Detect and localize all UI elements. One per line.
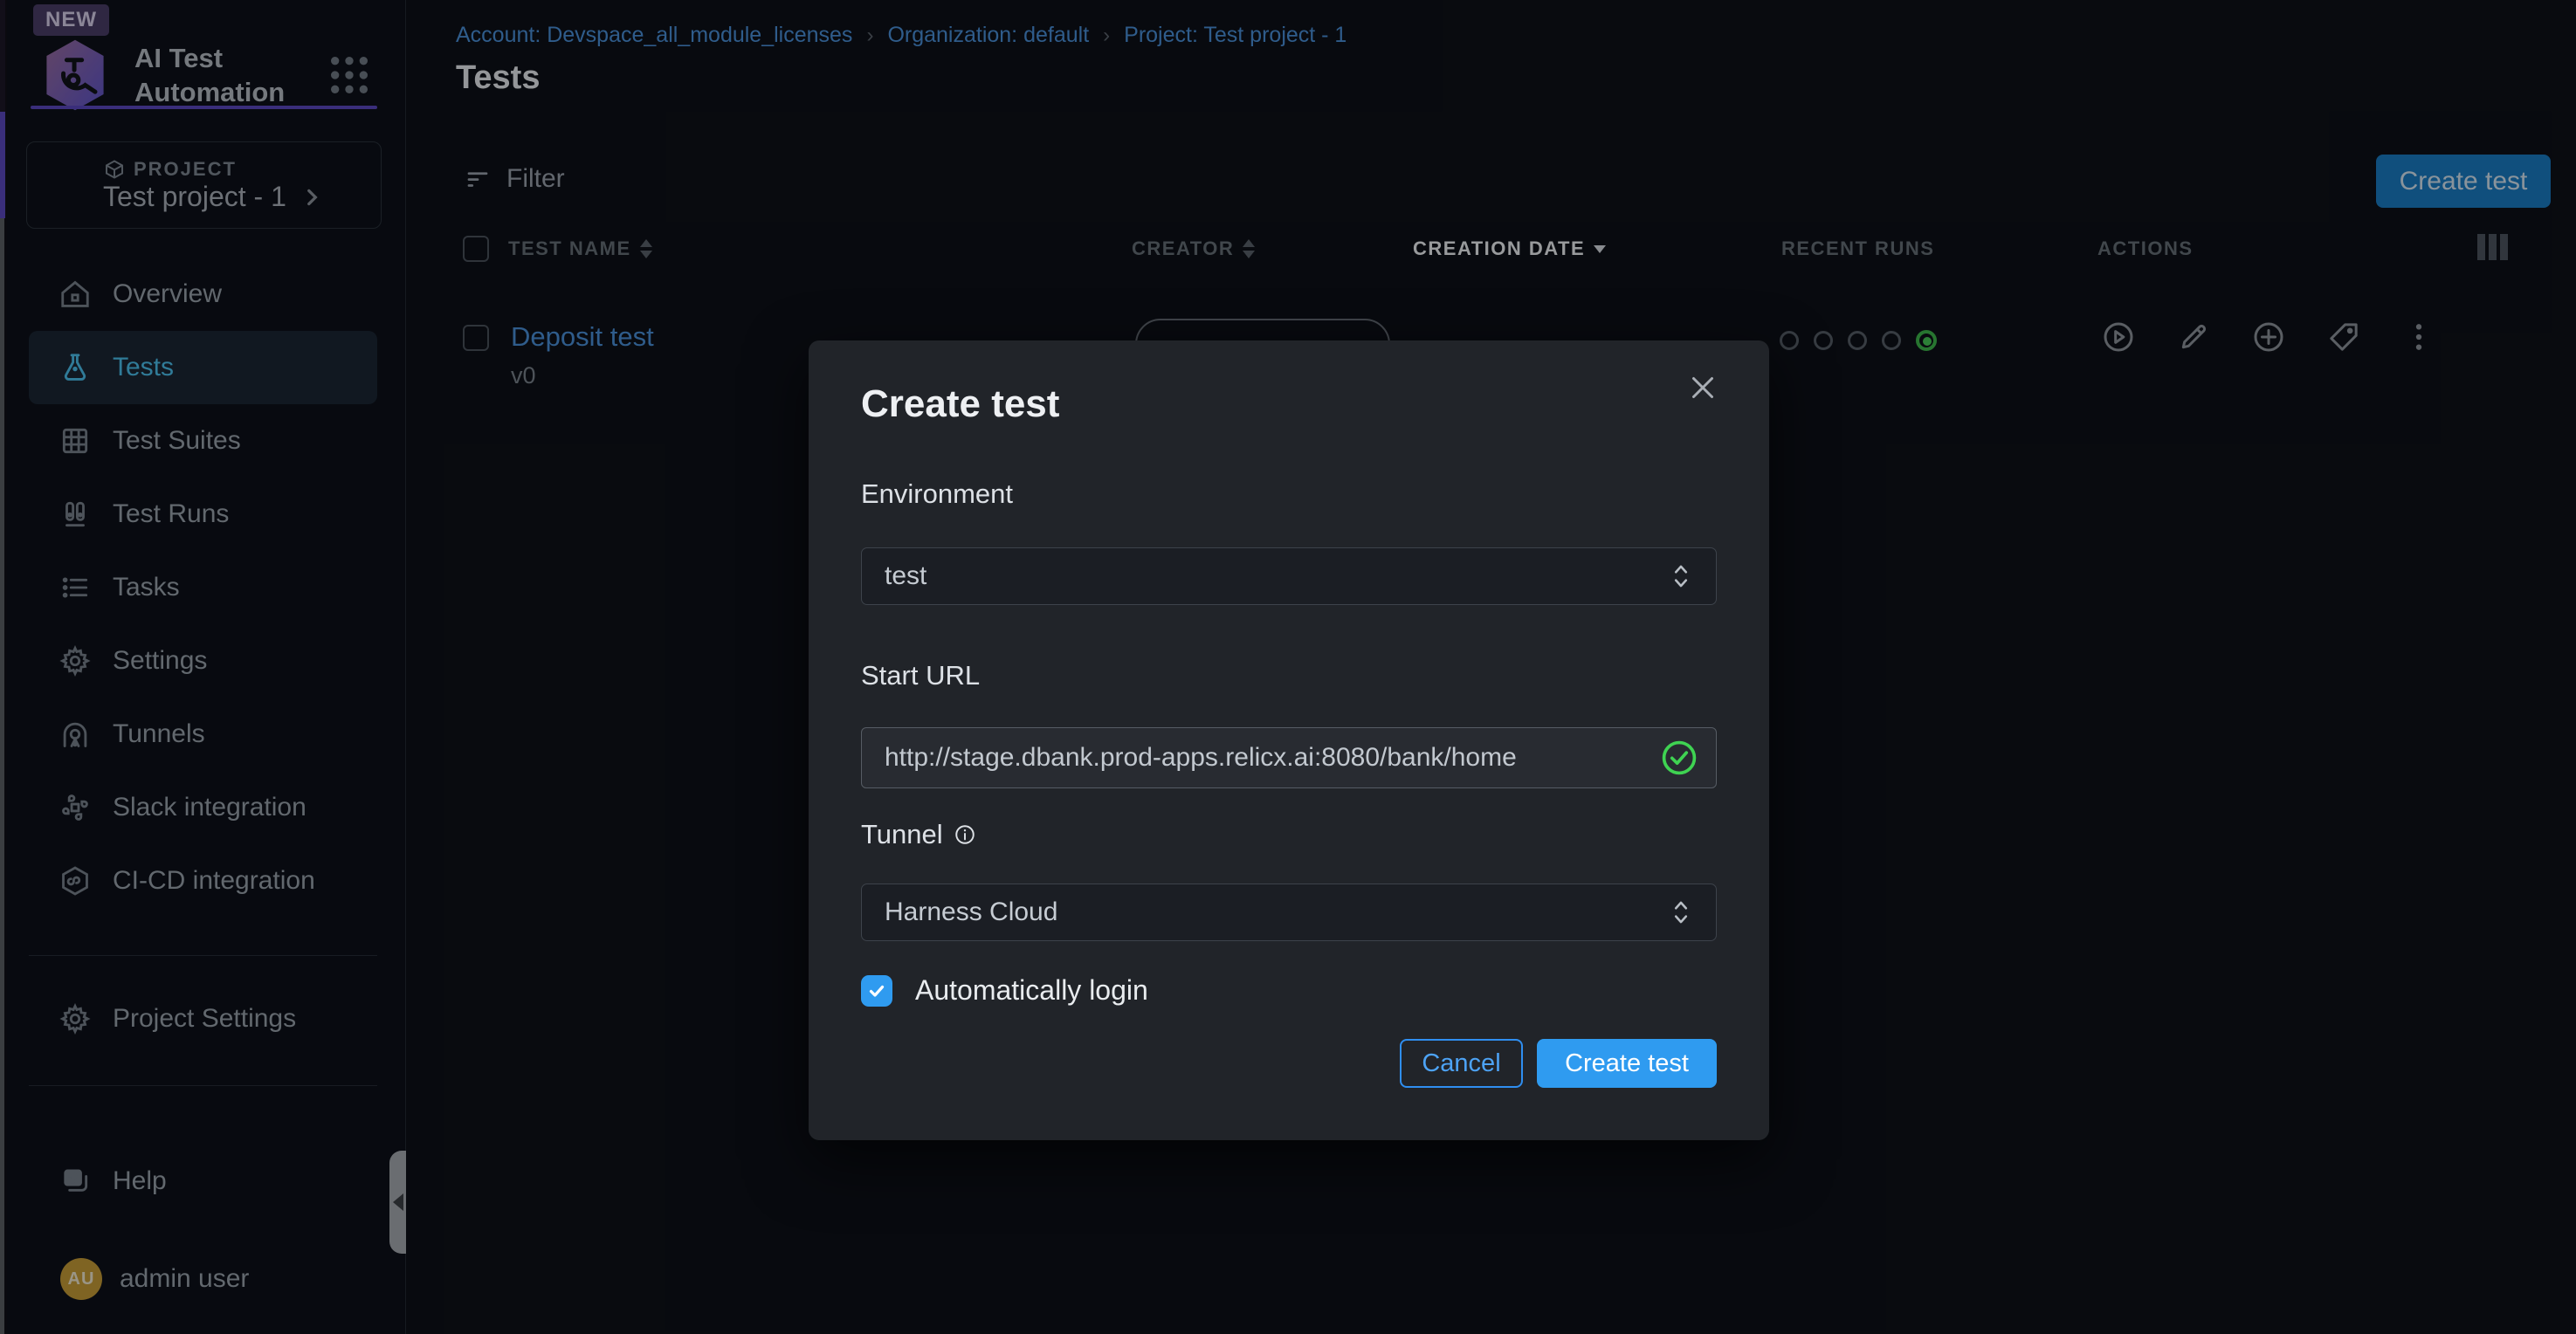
tunnel-label: Tunnel (861, 819, 976, 850)
environment-label: Environment (861, 478, 1013, 510)
start-url-input[interactable] (885, 743, 1660, 773)
cancel-button[interactable]: Cancel (1400, 1039, 1523, 1088)
select-chevrons-icon (1669, 897, 1693, 927)
tunnel-value: Harness Cloud (885, 897, 1057, 927)
auto-login-toggle[interactable]: Automatically login (861, 974, 1148, 1007)
modal-footer: Cancel Create test (1400, 1039, 1717, 1088)
modal-title: Create test (861, 382, 1059, 426)
valid-check-icon (1660, 739, 1698, 777)
environment-select[interactable]: test (861, 547, 1717, 605)
close-icon[interactable] (1687, 372, 1718, 403)
tunnel-select[interactable]: Harness Cloud (861, 884, 1717, 941)
modal-create-test-button[interactable]: Create test (1537, 1039, 1717, 1088)
start-url-label: Start URL (861, 660, 980, 691)
environment-value: test (885, 561, 926, 591)
create-test-modal: Create test Environment test Start URL T… (809, 340, 1769, 1140)
select-chevrons-icon (1669, 561, 1693, 591)
info-icon[interactable] (954, 823, 976, 846)
start-url-field (861, 727, 1717, 788)
auto-login-label: Automatically login (915, 974, 1148, 1007)
checked-checkbox-icon[interactable] (861, 975, 892, 1007)
